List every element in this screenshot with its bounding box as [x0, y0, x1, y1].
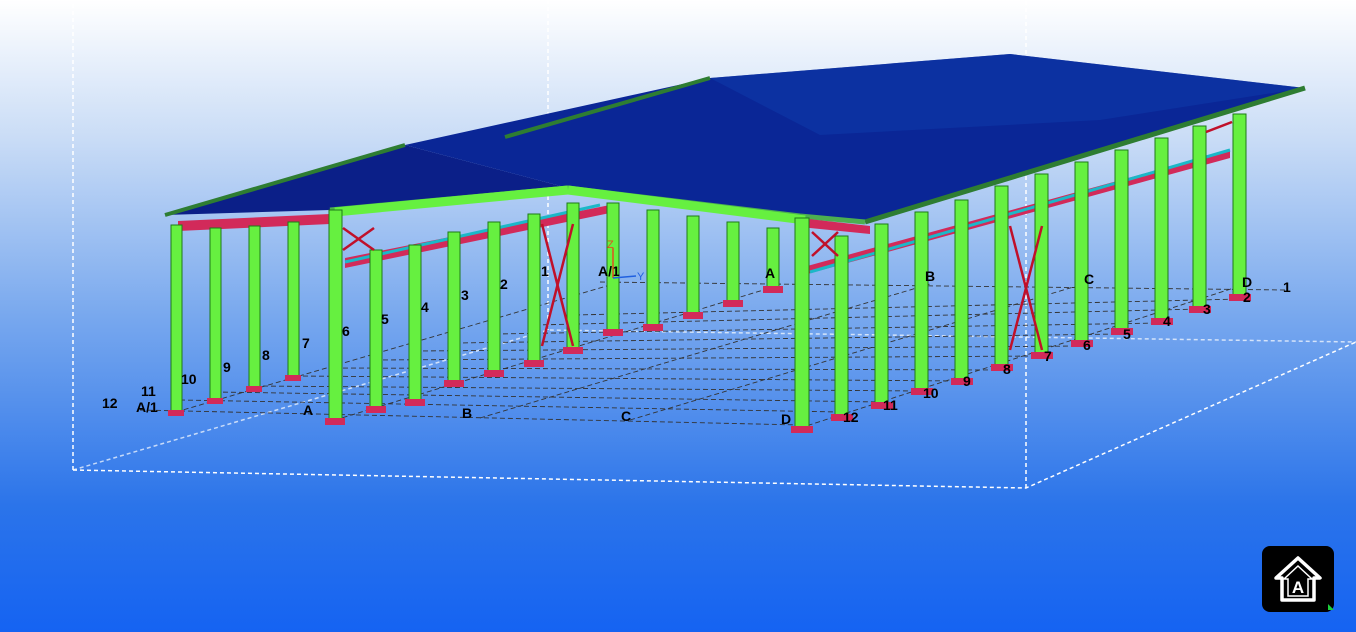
structure-scene[interactable]: 12 11 10 9 8 7 6 5 4 3 2 1 A/1 A B C D A… [0, 0, 1356, 632]
grid-label-a-far: A [765, 265, 775, 281]
grid-label-b-far: B [925, 268, 935, 284]
grid-label-c-near: C [621, 408, 631, 424]
grid-label-a1-near: A/1 [136, 399, 158, 415]
grid-label-r11: 11 [883, 397, 898, 413]
grid-label-r12: 12 [843, 409, 859, 425]
grid-label-r4: 4 [1163, 313, 1171, 329]
house-a-logo-icon: A [1274, 556, 1334, 610]
3d-model-viewport[interactable]: 12 11 10 9 8 7 6 5 4 3 2 1 A/1 A B C D A… [0, 0, 1356, 632]
grid-label-8: 8 [262, 347, 270, 363]
grid-label-b-near: B [462, 405, 472, 421]
grid-label-11: 11 [141, 383, 156, 399]
grid-label-d-near: D [781, 411, 791, 427]
axis-y-label: Y [637, 271, 645, 283]
grid-label-5: 5 [381, 311, 389, 327]
grid-label-r9: 9 [963, 373, 971, 389]
grid-label-r6: 6 [1083, 337, 1091, 353]
grid-label-d-far: D [1242, 274, 1252, 290]
grid-label-c-far: C [1084, 271, 1094, 287]
grid-label-a-near: A [303, 402, 313, 418]
grid-label-2: 2 [500, 276, 508, 292]
grid-label-r5: 5 [1123, 326, 1131, 342]
grid-label-r8: 8 [1003, 361, 1011, 377]
logo-button[interactable]: A [1262, 546, 1334, 612]
grid-label-1: 1 [541, 263, 549, 279]
grid-label-7: 7 [302, 335, 310, 351]
grid-label-3: 3 [461, 287, 469, 303]
grid-label-10: 10 [181, 371, 197, 387]
grid-label-r10: 10 [923, 385, 939, 401]
grid-label-r7: 7 [1044, 348, 1052, 364]
grid-label-12: 12 [102, 395, 118, 411]
grid-label-6: 6 [342, 323, 350, 339]
grid-label-a1-far: A/1 [598, 263, 620, 279]
grid-label-r1: 1 [1283, 279, 1291, 295]
grid-labels-near-numbers: 12 11 10 9 8 7 6 5 4 3 2 1 [102, 263, 549, 411]
axis-z-label: Z [607, 239, 614, 251]
logo-letter: A [1292, 578, 1304, 597]
roof[interactable] [164, 54, 1306, 225]
grid-label-r2: 2 [1243, 289, 1251, 305]
grid-label-9: 9 [223, 359, 231, 375]
grid-labels-right-numbers: 1 2 3 4 5 6 7 8 9 10 11 12 [843, 279, 1291, 425]
axis-triad: Z Y [607, 239, 645, 283]
grid-label-4: 4 [421, 299, 429, 315]
grid-label-r3: 3 [1203, 301, 1211, 317]
